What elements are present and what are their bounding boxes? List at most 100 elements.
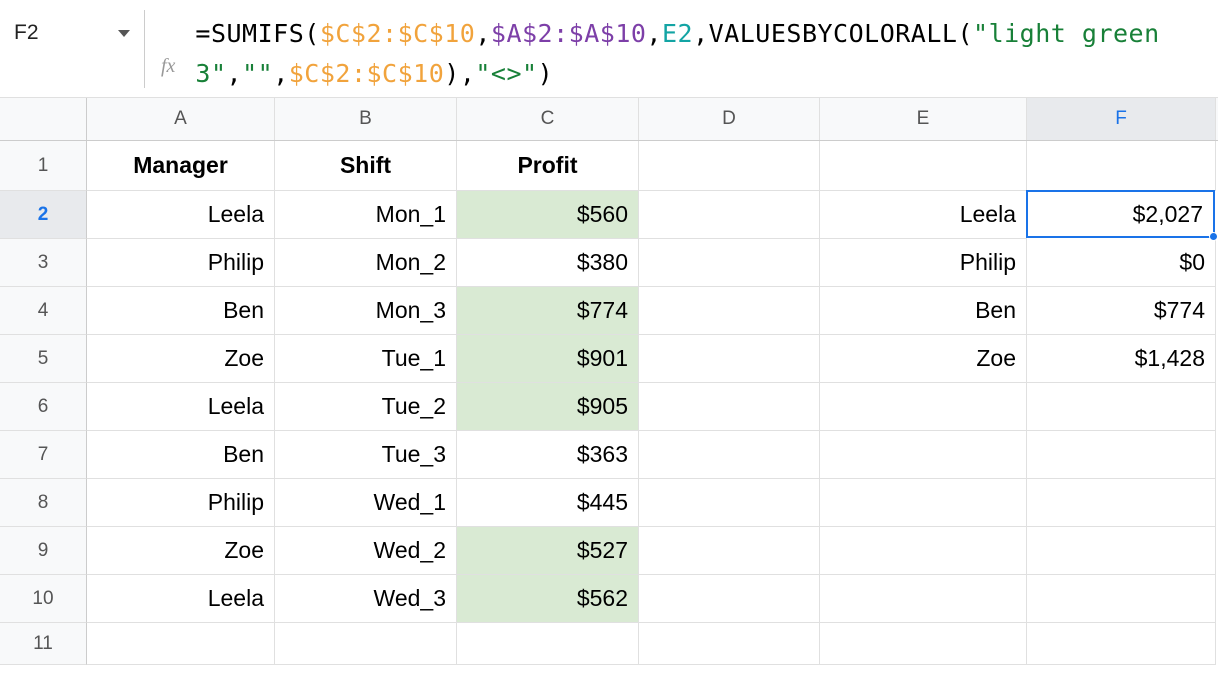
row-header-11[interactable]: 11 [0,623,87,665]
cell-A1[interactable]: Manager [87,141,275,191]
col-header-C[interactable]: C [457,98,639,140]
col-header-E[interactable]: E [820,98,1027,140]
formula-input[interactable]: =SUMIFS($C$2:$C$10,$A$2:$A$10,E2,VALUESB… [195,6,1218,94]
cell-B9[interactable]: Wed_2 [275,527,457,575]
cell-B4[interactable]: Mon_3 [275,287,457,335]
cell-D8[interactable] [639,479,820,527]
column-headers: A B C D E F [0,98,1218,141]
cell-D7[interactable] [639,431,820,479]
cell-D9[interactable] [639,527,820,575]
cell-D2[interactable] [639,191,820,239]
select-all-corner[interactable] [0,98,87,140]
row-4: 4 Ben Mon_3 $774 Ben $774 [0,287,1218,335]
cell-F7[interactable] [1027,431,1216,479]
col-header-F[interactable]: F [1027,98,1216,140]
cell-E5[interactable]: Zoe [820,335,1027,383]
fill-handle[interactable] [1209,232,1218,241]
cell-C8[interactable]: $445 [457,479,639,527]
cell-B11[interactable] [275,623,457,665]
row-header-5[interactable]: 5 [0,335,87,383]
name-box-value: F2 [14,21,39,45]
cell-E6[interactable] [820,383,1027,431]
cell-C2[interactable]: $560 [457,191,639,239]
cell-C6[interactable]: $905 [457,383,639,431]
cell-C5[interactable]: $901 [457,335,639,383]
cell-C4[interactable]: $774 [457,287,639,335]
cell-F8[interactable] [1027,479,1216,527]
row-header-2[interactable]: 2 [0,191,87,239]
cell-D1[interactable] [639,141,820,191]
row-header-8[interactable]: 8 [0,479,87,527]
row-header-3[interactable]: 3 [0,239,87,287]
cell-A4[interactable]: Ben [87,287,275,335]
cell-A9[interactable]: Zoe [87,527,275,575]
cell-C3[interactable]: $380 [457,239,639,287]
cell-D5[interactable] [639,335,820,383]
cell-C7[interactable]: $363 [457,431,639,479]
cell-C9[interactable]: $527 [457,527,639,575]
cell-F4[interactable]: $774 [1027,287,1216,335]
col-header-B[interactable]: B [275,98,457,140]
row-header-1[interactable]: 1 [0,141,87,191]
cell-B1[interactable]: Shift [275,141,457,191]
col-header-A[interactable]: A [87,98,275,140]
row-6: 6 Leela Tue_2 $905 [0,383,1218,431]
cell-E7[interactable] [820,431,1027,479]
fx-icon: fx [161,33,175,78]
chevron-down-icon[interactable] [118,30,130,37]
cell-E1[interactable] [820,141,1027,191]
cell-C11[interactable] [457,623,639,665]
cell-E3[interactable]: Philip [820,239,1027,287]
row-5: 5 Zoe Tue_1 $901 Zoe $1,428 [0,335,1218,383]
cell-A7[interactable]: Ben [87,431,275,479]
cell-E10[interactable] [820,575,1027,623]
cell-A8[interactable]: Philip [87,479,275,527]
name-box[interactable]: F2 [0,6,144,52]
cell-B7[interactable]: Tue_3 [275,431,457,479]
cell-F6[interactable] [1027,383,1216,431]
cell-F2-value: $2,027 [1133,201,1203,228]
cell-D4[interactable] [639,287,820,335]
cell-F2[interactable]: $2,027 [1026,190,1215,238]
row-header-10[interactable]: 10 [0,575,87,623]
col-header-D[interactable]: D [639,98,820,140]
cell-C10[interactable]: $562 [457,575,639,623]
row-8: 8 Philip Wed_1 $445 [0,479,1218,527]
cell-B10[interactable]: Wed_3 [275,575,457,623]
cell-B6[interactable]: Tue_2 [275,383,457,431]
cell-F3[interactable]: $0 [1027,239,1216,287]
cell-D11[interactable] [639,623,820,665]
cell-B2[interactable]: Mon_1 [275,191,457,239]
row-11: 11 [0,623,1218,665]
cell-D6[interactable] [639,383,820,431]
row-header-9[interactable]: 9 [0,527,87,575]
cell-B5[interactable]: Tue_1 [275,335,457,383]
cell-A2[interactable]: Leela [87,191,275,239]
row-header-4[interactable]: 4 [0,287,87,335]
cell-F5[interactable]: $1,428 [1027,335,1216,383]
row-header-6[interactable]: 6 [0,383,87,431]
cell-A11[interactable] [87,623,275,665]
cell-F11[interactable] [1027,623,1216,665]
cell-A5[interactable]: Zoe [87,335,275,383]
cell-B8[interactable]: Wed_1 [275,479,457,527]
cell-A3[interactable]: Philip [87,239,275,287]
cell-A6[interactable]: Leela [87,383,275,431]
cell-F1[interactable] [1027,141,1216,191]
cell-A10[interactable]: Leela [87,575,275,623]
cell-F9[interactable] [1027,527,1216,575]
row-header-7[interactable]: 7 [0,431,87,479]
cell-E2[interactable]: Leela [820,191,1027,239]
cell-B3[interactable]: Mon_2 [275,239,457,287]
cell-D10[interactable] [639,575,820,623]
spreadsheet-grid: A B C D E F 1 Manager Shift Profit 2 Lee… [0,98,1218,665]
cell-E4[interactable]: Ben [820,287,1027,335]
cell-E9[interactable] [820,527,1027,575]
row-7: 7 Ben Tue_3 $363 [0,431,1218,479]
cell-E11[interactable] [820,623,1027,665]
formula-bar: F2 fx =SUMIFS($C$2:$C$10,$A$2:$A$10,E2,V… [0,0,1218,98]
cell-D3[interactable] [639,239,820,287]
cell-C1[interactable]: Profit [457,141,639,191]
cell-E8[interactable] [820,479,1027,527]
cell-F10[interactable] [1027,575,1216,623]
